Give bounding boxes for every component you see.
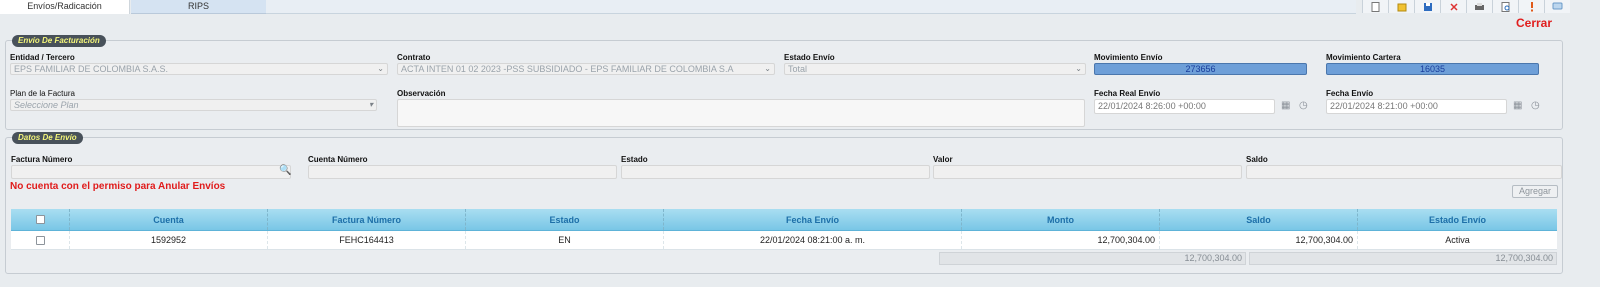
cuenta-numero-label: Cuenta Número: [308, 155, 368, 164]
print-icon[interactable]: [1466, 0, 1492, 13]
cerrar-button[interactable]: Cerrar: [1516, 16, 1552, 30]
col-monto[interactable]: Monto: [962, 209, 1160, 230]
search-icon[interactable]: 🔍: [279, 166, 291, 176]
agregar-button[interactable]: Agregar: [1512, 185, 1558, 198]
fecha-real-input[interactable]: 22/01/2024 8:26:00 +00:00: [1094, 99, 1275, 114]
fecha-envio-input[interactable]: 22/01/2024 8:21:00 +00:00: [1326, 99, 1507, 114]
cell-estado-envio: Activa: [1445, 235, 1470, 245]
total-monto: 12,700,304.00: [939, 252, 1246, 265]
observacion-label: Observación: [397, 89, 446, 98]
fecha-real-label: Fecha Real Envío: [1094, 89, 1161, 98]
toolbar: [1362, 0, 1570, 13]
delete-icon[interactable]: [1440, 0, 1466, 13]
cell-fecha: 22/01/2024 08:21:00 a. m.: [664, 231, 962, 249]
envio-facturacion-legend: Envío De Facturación: [12, 35, 106, 47]
calendar-icon[interactable]: ▦: [1281, 101, 1291, 111]
entidad-select[interactable]: EPS FAMILIAR DE COLOMBIA S.A.S. ⌄: [10, 63, 388, 75]
row-checkbox[interactable]: [35, 235, 45, 245]
chat-icon[interactable]: [1544, 0, 1570, 13]
col-estado[interactable]: Estado: [466, 209, 664, 230]
grid-header: Cuenta Factura Número Estado Fecha Envío…: [11, 209, 1557, 231]
valor-input[interactable]: [933, 165, 1242, 179]
estado-envio-value: Total: [788, 64, 808, 74]
factura-numero-label: Factura Número: [11, 155, 73, 164]
preview-icon[interactable]: [1492, 0, 1518, 13]
contrato-label: Contrato: [397, 53, 431, 62]
folder-icon[interactable]: [1388, 0, 1414, 13]
entidad-label: Entidad / Tercero: [10, 53, 75, 62]
plan-select[interactable]: Seleccione Plan ▾: [10, 99, 377, 111]
select-all-checkbox[interactable]: [35, 215, 45, 224]
plan-placeholder: Seleccione Plan: [14, 100, 79, 110]
col-fecha-envio[interactable]: Fecha Envío: [664, 209, 962, 230]
factura-numero-input[interactable]: [11, 165, 291, 179]
alert-icon[interactable]: [1518, 0, 1544, 13]
col-saldo[interactable]: Saldo: [1160, 209, 1358, 230]
cell-monto: 12,700,304.00: [962, 231, 1160, 249]
col-factura[interactable]: Factura Número: [268, 209, 466, 230]
row-select-cell: [11, 231, 70, 249]
select-all-cell: [11, 209, 70, 230]
datos-envio-legend: Datos De Envío: [12, 132, 83, 144]
chevron-down-icon: ⌄: [1075, 64, 1082, 73]
chevron-down-icon: ⌄: [377, 64, 384, 73]
saldo-input[interactable]: [1246, 165, 1562, 179]
cuenta-numero-input[interactable]: [308, 165, 617, 179]
envios-grid: Cuenta Factura Número Estado Fecha Envío…: [11, 209, 1557, 250]
col-cuenta[interactable]: Cuenta: [70, 209, 268, 230]
calendar-icon[interactable]: ▦: [1513, 101, 1523, 111]
save-icon[interactable]: [1414, 0, 1440, 13]
mov-cartera-field: 16035: [1326, 63, 1539, 75]
tab-bar: Envíos/Radicación RIPS: [0, 0, 1600, 14]
clock-icon[interactable]: ◷: [1531, 101, 1541, 111]
cell-cuenta: 1592952: [70, 231, 268, 249]
valor-label: Valor: [933, 155, 953, 164]
permission-warning: No cuenta con el permiso para Anular Env…: [10, 181, 226, 192]
estado-input[interactable]: [621, 165, 930, 179]
mov-cartera-label: Movimiento Cartera: [1326, 53, 1401, 62]
contrato-select[interactable]: ACTA INTEN 01 02 2023 -PSS SUBSIDIADO - …: [397, 63, 775, 75]
new-document-icon[interactable]: [1362, 0, 1388, 13]
chevron-down-icon: ▾: [368, 100, 373, 109]
tab-bar-filler: [266, 0, 1356, 14]
mov-envio-label: Movimiento Envío: [1094, 53, 1163, 62]
clock-icon[interactable]: ◷: [1299, 101, 1309, 111]
tab-envios-radicacion[interactable]: Envíos/Radicación: [0, 0, 130, 14]
estado-label: Estado: [621, 155, 648, 164]
tab-rips[interactable]: RIPS: [131, 0, 266, 14]
cell-estado: EN: [466, 231, 664, 249]
table-row[interactable]: 1592952 FEHC164413 EN 22/01/2024 08:21:0…: [11, 231, 1557, 250]
chevron-down-icon: ⌄: [764, 64, 771, 73]
fecha-envio-label: Fecha Envío: [1326, 89, 1374, 98]
cell-factura: FEHC164413: [268, 231, 466, 249]
mov-envio-field: 273656: [1094, 63, 1307, 75]
observacion-textarea[interactable]: [397, 99, 1085, 127]
estado-envio-label: Estado Envío: [784, 53, 835, 62]
entidad-value: EPS FAMILIAR DE COLOMBIA S.A.S.: [14, 64, 169, 74]
col-estado-envio[interactable]: Estado Envío: [1358, 209, 1557, 230]
saldo-label: Saldo: [1246, 155, 1268, 164]
cell-saldo: 12,700,304.00: [1160, 231, 1358, 249]
plan-label: Plan de la Factura: [10, 89, 75, 98]
estado-envio-select[interactable]: Total ⌄: [784, 63, 1086, 75]
total-saldo: 12,700,304.00: [1249, 252, 1557, 265]
contrato-value: ACTA INTEN 01 02 2023 -PSS SUBSIDIADO - …: [401, 64, 734, 74]
